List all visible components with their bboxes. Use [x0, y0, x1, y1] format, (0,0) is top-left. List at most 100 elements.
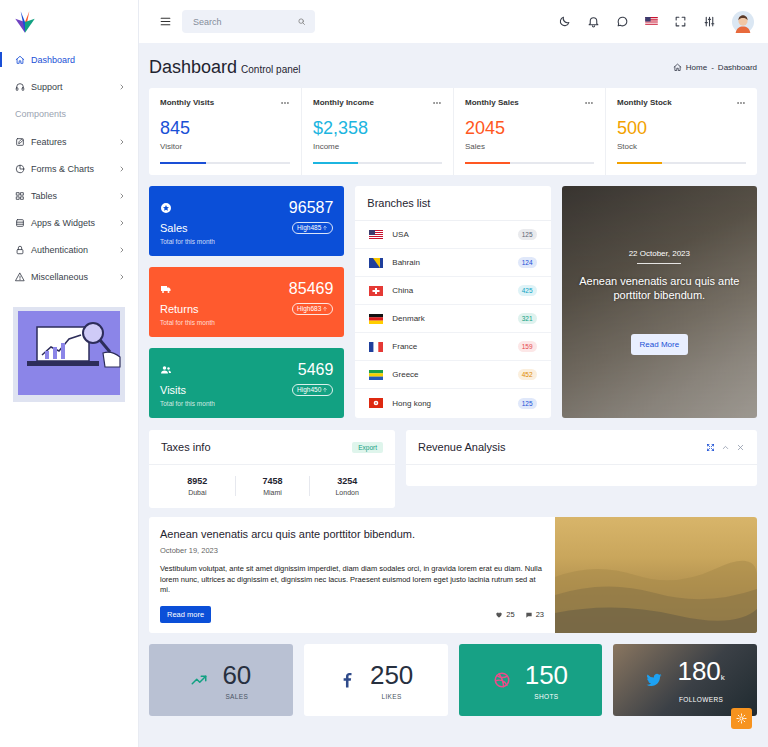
social-value: 180	[677, 656, 720, 686]
social-tile-value: 250	[370, 661, 413, 689]
search-field[interactable]	[182, 10, 315, 33]
logo[interactable]	[0, 0, 138, 43]
page-title: Dashboard	[149, 57, 237, 78]
chat-icon[interactable]	[616, 15, 629, 28]
social-tile: 60SALES	[149, 644, 293, 716]
sidebar-item[interactable]: Support	[0, 73, 138, 100]
bell-icon[interactable]	[587, 15, 600, 28]
collapse-icon[interactable]	[721, 443, 730, 452]
more-dots-icon[interactable]	[736, 98, 746, 108]
branch-name: Denmark	[392, 314, 424, 323]
summary-card-middle: ReturnsHigh683	[160, 303, 333, 315]
sidebar-section-label: Components	[0, 100, 138, 128]
stat-progress-track	[465, 162, 594, 164]
summary-card-middle: VisitsHigh450	[160, 384, 333, 396]
sliders-icon[interactable]	[703, 15, 716, 28]
breadcrumb: Home-Dashboard	[673, 63, 757, 72]
branch-row: Denmark 321	[355, 305, 550, 333]
logo-icon[interactable]	[12, 9, 38, 35]
stats-card: Monthly Visits845VisitorMonthly Income$2…	[149, 88, 757, 175]
stat-cell: Monthly Visits845Visitor	[149, 88, 301, 175]
tax-city: Miami	[236, 489, 310, 496]
chevron-right-icon	[118, 219, 126, 227]
branch-count-badge: 321	[518, 313, 537, 324]
branch-count-badge: 452	[518, 369, 537, 380]
comment-icon	[525, 611, 533, 619]
sidebar-item[interactable]: Apps & Widgets	[0, 209, 138, 236]
stat-title: Monthly Income	[313, 98, 374, 108]
likes[interactable]: 25	[495, 610, 514, 619]
chevron-right-icon	[118, 138, 126, 146]
sidebar-item[interactable]: Dashboard	[0, 46, 138, 73]
sidebar-item-label: Features	[31, 137, 112, 147]
summary-cards: 96587SalesHigh485Total for this month854…	[149, 186, 344, 418]
summary-caption: Total for this month	[160, 238, 333, 245]
taxes-card: Taxes infoExport8952Dubai7458Miami3254Lo…	[149, 430, 395, 508]
fullscreen-icon[interactable]	[674, 15, 687, 28]
chevron-right-icon	[118, 273, 126, 281]
comments[interactable]: 23	[525, 610, 544, 619]
stat-progress-track	[617, 162, 746, 164]
moon-icon[interactable]	[558, 15, 571, 28]
social-tile-label: FOLLOWERS	[679, 696, 723, 703]
hk-flag-icon	[369, 398, 383, 408]
summary-caption: Total for this month	[160, 319, 333, 326]
branch-name: China	[392, 286, 413, 295]
sidebar-item-label: Authentication	[31, 245, 112, 255]
grid-icon	[15, 191, 25, 201]
social-tile: 150SHOTS	[459, 644, 603, 716]
stat-title: Monthly Sales	[465, 98, 519, 108]
us-flag-icon[interactable]	[645, 17, 658, 26]
sidebar-item[interactable]: Authentication	[0, 236, 138, 263]
more-dots-icon[interactable]	[432, 98, 442, 108]
branches-title: Branches list	[367, 197, 430, 209]
sidebar: DashboardSupportComponents Features Forms …	[0, 0, 138, 747]
revenue-header: Revenue Analysis	[406, 430, 757, 465]
close-icon[interactable]	[736, 443, 745, 452]
tax-value: 7458	[236, 476, 310, 486]
revenue-card: Revenue Analysis	[406, 430, 757, 486]
export-button[interactable]: Export	[352, 442, 383, 453]
stat-cell: Monthly Income$2,358Income	[301, 88, 453, 175]
more-dots-icon[interactable]	[584, 98, 594, 108]
heart-icon	[495, 611, 503, 619]
stat-progress-fill	[160, 162, 206, 164]
sidebar-nav: DashboardSupportComponents Features Forms …	[0, 43, 138, 290]
social-tile-value: 60	[222, 661, 251, 689]
stat-progress-fill	[617, 162, 662, 164]
dribbble-icon	[493, 671, 511, 689]
branch-row: USA125	[355, 221, 550, 249]
us-flag-icon	[369, 230, 383, 240]
search-input[interactable]	[193, 17, 297, 27]
social-tile-stat: 60SALES	[222, 661, 251, 700]
home-icon[interactable]	[673, 63, 682, 72]
sidebar-item[interactable]: Forms & Charts	[0, 155, 138, 182]
chevron-right-icon	[118, 83, 126, 91]
user-avatar-icon[interactable]	[732, 11, 754, 33]
post-body: Vestibulum volutpat, ante sit amet digni…	[160, 564, 544, 596]
trend-icon	[190, 671, 208, 689]
hamburger-menu-icon[interactable]	[159, 15, 172, 28]
search-icon[interactable]	[297, 17, 306, 26]
overview-row: 96587SalesHigh485Total for this month854…	[149, 186, 757, 418]
read-more-button[interactable]: Read More	[631, 334, 689, 355]
stat-value: 845	[160, 117, 290, 139]
chart-icon	[15, 164, 25, 174]
expand-icon[interactable]	[706, 443, 715, 452]
sidebar-item[interactable]: Features	[0, 128, 138, 155]
warning-icon	[15, 272, 25, 282]
breadcrumb-item[interactable]: Home	[686, 63, 707, 72]
sidebar-item[interactable]: Miscellaneous	[0, 263, 138, 290]
likes-count: 25	[506, 610, 514, 619]
post-read-more-button[interactable]: Read more	[160, 606, 211, 623]
analytics-illustration-icon	[13, 307, 125, 402]
post-photo	[555, 517, 757, 633]
featured-headline: Aenean venenatis arcu quis ante porttito…	[576, 274, 743, 302]
stat-value: 500	[617, 117, 746, 139]
settings-fab[interactable]	[731, 708, 752, 729]
branch-count-badge: 124	[518, 257, 537, 268]
dk-flag-icon	[369, 314, 383, 324]
more-dots-icon[interactable]	[280, 98, 290, 108]
revenue-body	[406, 465, 757, 486]
sidebar-item[interactable]: Tables	[0, 182, 138, 209]
